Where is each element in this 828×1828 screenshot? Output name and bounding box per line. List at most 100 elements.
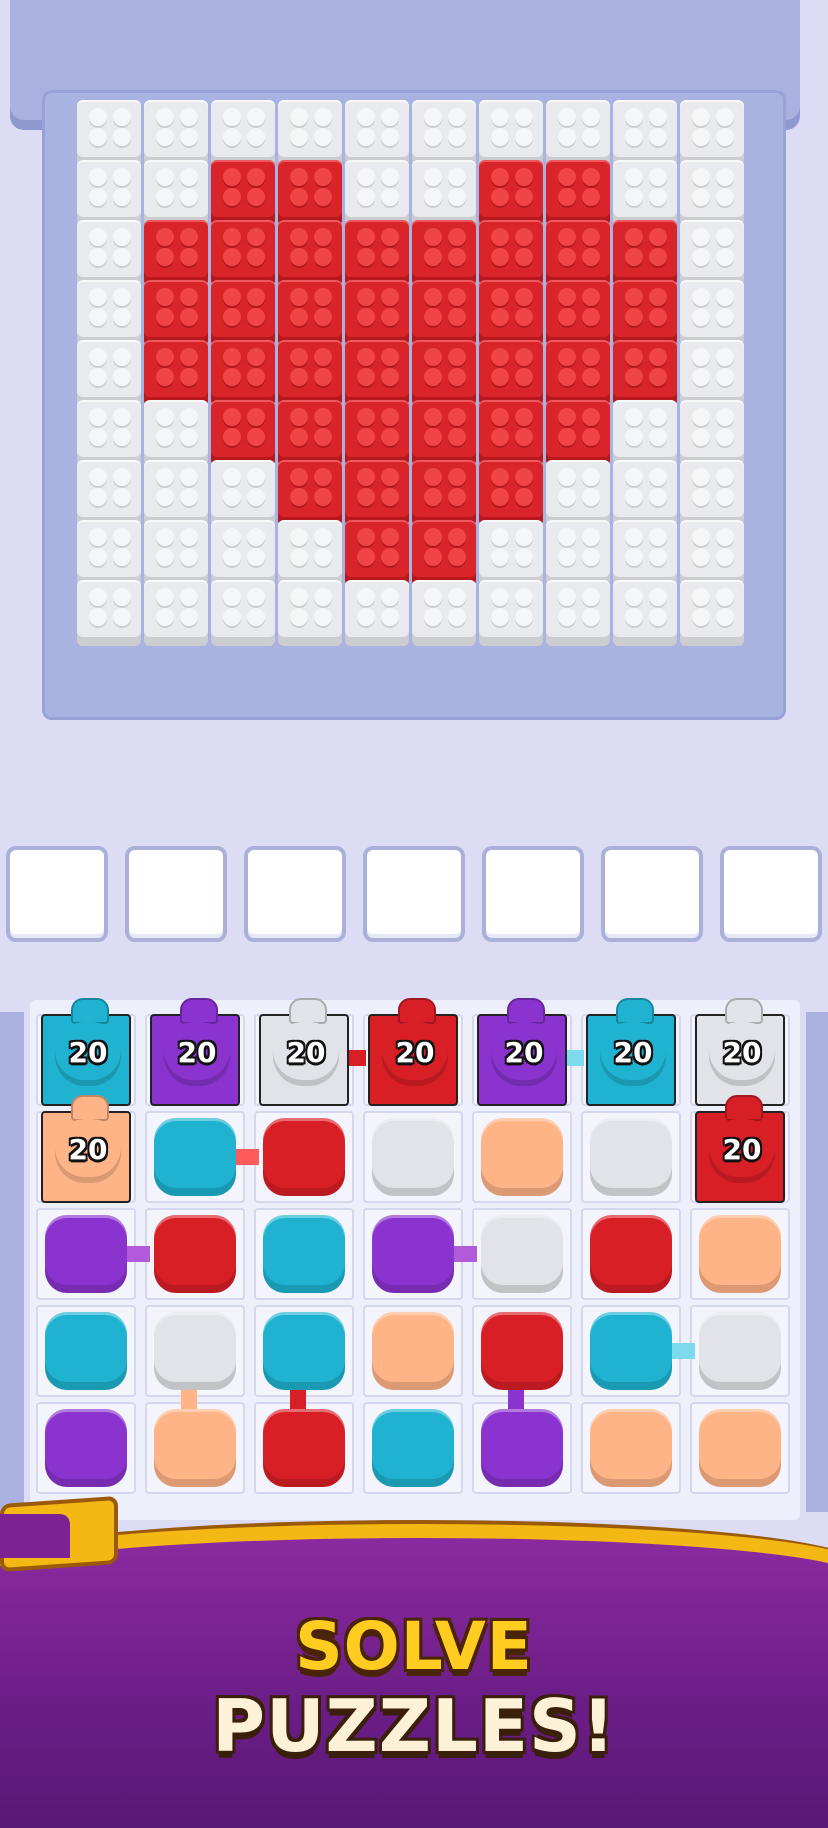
brick-stud: [223, 488, 241, 506]
tile-peach[interactable]: [699, 1409, 781, 1487]
brick-red: [546, 280, 610, 346]
brick-red: [345, 520, 409, 586]
brick-stud: [357, 168, 375, 186]
brick-stud: [223, 308, 241, 326]
tile-white[interactable]: [372, 1118, 454, 1196]
brick-stud: [381, 248, 399, 266]
brick-stud: [156, 548, 174, 566]
brick-stud: [649, 228, 667, 246]
brick-stud: [491, 308, 509, 326]
brick-stud: [625, 348, 643, 366]
tile-peach[interactable]: [481, 1118, 563, 1196]
brick-red: [412, 340, 476, 406]
brick-stud: [625, 528, 643, 546]
brick-stud: [582, 428, 600, 446]
tile-cyan[interactable]: [154, 1118, 236, 1196]
tile-purple[interactable]: [45, 1215, 127, 1293]
tile-peach[interactable]: [154, 1409, 236, 1487]
brick-stud: [625, 228, 643, 246]
tile-red[interactable]: [154, 1215, 236, 1293]
brick-red: [278, 220, 342, 286]
tile-peach[interactable]: [699, 1215, 781, 1293]
holding-slot[interactable]: [601, 846, 703, 942]
tile-cyan[interactable]: [372, 1409, 454, 1487]
brick-stud: [692, 408, 710, 426]
brick-stud: [357, 488, 375, 506]
brick-stud: [515, 608, 533, 626]
brick-stud: [156, 608, 174, 626]
tile-cyan[interactable]: [263, 1312, 345, 1390]
brick-red: [479, 220, 543, 286]
holding-slot[interactable]: [363, 846, 465, 942]
counter-nozzle: [71, 998, 109, 1024]
brick-stud: [692, 228, 710, 246]
brick-stud: [156, 408, 174, 426]
brick-white: [144, 400, 208, 466]
brick-white: [211, 100, 275, 166]
tile-red[interactable]: [263, 1118, 345, 1196]
brick-stud: [247, 308, 265, 326]
holding-slot[interactable]: [482, 846, 584, 942]
brick-stud: [582, 228, 600, 246]
brick-stud: [180, 348, 198, 366]
brick-stud: [247, 528, 265, 546]
counter-cyan[interactable]: 20: [586, 998, 676, 1106]
counter-purple[interactable]: 20: [150, 998, 240, 1106]
brick-stud: [716, 128, 734, 146]
tile-cyan[interactable]: [263, 1215, 345, 1293]
brick-stud: [381, 368, 399, 386]
brick-stud: [649, 408, 667, 426]
counter-white[interactable]: 20: [695, 998, 785, 1106]
brick-red: [546, 160, 610, 226]
brick-stud: [223, 548, 241, 566]
brick-red: [345, 220, 409, 286]
counter-cyan[interactable]: 20: [41, 998, 131, 1106]
holding-slot[interactable]: [125, 846, 227, 942]
brick-stud: [223, 128, 241, 146]
tile-red[interactable]: [590, 1215, 672, 1293]
tile-peach[interactable]: [372, 1312, 454, 1390]
holding-slot[interactable]: [720, 846, 822, 942]
tile-cyan[interactable]: [590, 1312, 672, 1390]
tile-red[interactable]: [263, 1409, 345, 1487]
brick-stud: [113, 608, 131, 626]
brick-stud: [113, 128, 131, 146]
counter-red[interactable]: 20: [695, 1095, 785, 1203]
holding-slot[interactable]: [244, 846, 346, 942]
brick-stud: [314, 368, 332, 386]
brick-stud: [357, 368, 375, 386]
brick-stud: [314, 108, 332, 126]
brick-white: [278, 520, 342, 586]
tile-purple[interactable]: [481, 1409, 563, 1487]
brick-stud: [716, 588, 734, 606]
tile-white[interactable]: [154, 1312, 236, 1390]
tile-white[interactable]: [481, 1215, 563, 1293]
counter-red[interactable]: 20: [368, 998, 458, 1106]
brick-stud: [180, 528, 198, 546]
brick-stud: [381, 528, 399, 546]
brick-stud: [381, 188, 399, 206]
tile-white[interactable]: [699, 1312, 781, 1390]
tray-wall-left: [0, 1012, 24, 1512]
brick-white: [680, 160, 744, 226]
tile-white[interactable]: [590, 1118, 672, 1196]
brick-red: [278, 340, 342, 406]
tile-cyan[interactable]: [45, 1312, 127, 1390]
brick-stud: [156, 588, 174, 606]
brick-stud: [314, 308, 332, 326]
brick-white: [144, 160, 208, 226]
brick-red: [412, 280, 476, 346]
counter-purple[interactable]: 20: [477, 998, 567, 1106]
brick-stud: [515, 588, 533, 606]
counter-white[interactable]: 20: [259, 998, 349, 1106]
brick-stud: [247, 468, 265, 486]
brick-stud: [692, 428, 710, 446]
counter-count: 20: [722, 1036, 762, 1069]
counter-peach[interactable]: 20: [41, 1095, 131, 1203]
tile-red[interactable]: [481, 1312, 563, 1390]
tile-purple[interactable]: [45, 1409, 127, 1487]
brick-stud: [558, 548, 576, 566]
tile-peach[interactable]: [590, 1409, 672, 1487]
holding-slot[interactable]: [6, 846, 108, 942]
tile-purple[interactable]: [372, 1215, 454, 1293]
